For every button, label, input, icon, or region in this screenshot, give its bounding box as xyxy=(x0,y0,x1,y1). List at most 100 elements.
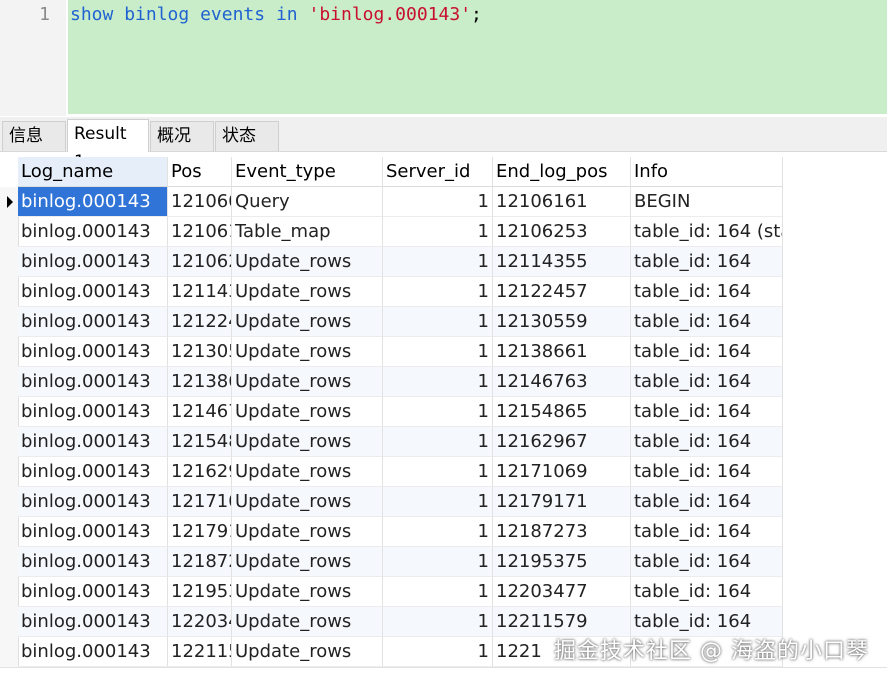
row-selector[interactable] xyxy=(0,217,19,247)
cell-info[interactable]: table_id: 164 xyxy=(631,277,783,307)
cell-log-name[interactable]: binlog.000143 xyxy=(18,307,168,337)
cell-event-type[interactable]: Update_rows xyxy=(232,277,383,307)
cell-event-type[interactable]: Update_rows xyxy=(232,337,383,367)
cell-log-name[interactable]: binlog.000143 xyxy=(18,457,168,487)
cell-info[interactable]: table_id: 164 xyxy=(631,247,783,277)
cell-end-log-pos[interactable]: 12130559 xyxy=(493,307,631,337)
cell-log-name[interactable]: binlog.000143 xyxy=(18,247,168,277)
cell-event-type[interactable]: Update_rows xyxy=(232,547,383,577)
row-selector[interactable] xyxy=(0,367,19,397)
cell-event-type[interactable]: Update_rows xyxy=(232,637,383,667)
cell-server-id[interactable]: 1 xyxy=(383,517,493,547)
cell-pos[interactable]: 121872 xyxy=(168,547,232,577)
cell-end-log-pos[interactable]: 12179171 xyxy=(493,487,631,517)
cell-end-log-pos[interactable]: 12106253 xyxy=(493,217,631,247)
row-selector[interactable] xyxy=(0,607,19,637)
cell-log-name[interactable]: binlog.000143 xyxy=(18,397,168,427)
row-selector[interactable] xyxy=(0,187,19,217)
cell-pos[interactable]: 121467 xyxy=(168,397,232,427)
cell-server-id[interactable]: 1 xyxy=(383,547,493,577)
header-pos[interactable]: Pos xyxy=(168,157,232,187)
row-selector[interactable] xyxy=(0,427,19,457)
sql-editor[interactable]: 1 show binlog events in 'binlog.000143'; xyxy=(0,0,887,116)
cell-log-name[interactable]: binlog.000143 xyxy=(18,517,168,547)
cell-pos[interactable]: 121061 xyxy=(168,217,232,247)
cell-server-id[interactable]: 1 xyxy=(383,397,493,427)
cell-end-log-pos[interactable]: 12154865 xyxy=(493,397,631,427)
cell-server-id[interactable]: 1 xyxy=(383,457,493,487)
cell-event-type[interactable]: Update_rows xyxy=(232,367,383,397)
cell-end-log-pos[interactable]: 12114355 xyxy=(493,247,631,277)
cell-event-type[interactable]: Update_rows xyxy=(232,607,383,637)
header-end-log-pos[interactable]: End_log_pos xyxy=(493,157,631,187)
row-selector[interactable] xyxy=(0,547,19,577)
cell-event-type[interactable]: Update_rows xyxy=(232,457,383,487)
cell-log-name[interactable]: binlog.000143 xyxy=(18,607,168,637)
cell-log-name[interactable]: binlog.000143 xyxy=(18,577,168,607)
cell-server-id[interactable]: 1 xyxy=(383,217,493,247)
tab-status[interactable]: 状态 xyxy=(215,121,279,151)
cell-info[interactable]: table_id: 164 xyxy=(631,577,783,607)
row-selector[interactable] xyxy=(0,487,19,517)
cell-pos[interactable]: 121710 xyxy=(168,487,232,517)
cell-log-name[interactable]: binlog.000143 xyxy=(18,427,168,457)
cell-info[interactable]: BEGIN xyxy=(631,187,783,217)
tab-info[interactable]: 信息 xyxy=(2,121,66,151)
cell-pos[interactable]: 121060 xyxy=(168,187,232,217)
row-selector[interactable] xyxy=(0,397,19,427)
cell-event-type[interactable]: Update_rows xyxy=(232,397,383,427)
cell-event-type[interactable]: Update_rows xyxy=(232,307,383,337)
cell-event-type[interactable]: Update_rows xyxy=(232,577,383,607)
cell-pos[interactable]: 122034 xyxy=(168,607,232,637)
cell-log-name[interactable]: binlog.000143 xyxy=(18,547,168,577)
cell-pos[interactable]: 121386 xyxy=(168,367,232,397)
row-selector[interactable] xyxy=(0,637,19,667)
cell-end-log-pos[interactable]: 12122457 xyxy=(493,277,631,307)
cell-info[interactable]: table_id: 164 xyxy=(631,547,783,577)
cell-info[interactable]: table_id: 164 xyxy=(631,367,783,397)
cell-event-type[interactable]: Update_rows xyxy=(232,427,383,457)
cell-event-type[interactable]: Update_rows xyxy=(232,247,383,277)
row-selector[interactable] xyxy=(0,517,19,547)
cell-pos[interactable]: 121953 xyxy=(168,577,232,607)
row-selector[interactable] xyxy=(0,577,19,607)
result-grid[interactable]: Log_name Pos Event_type Server_id End_log_po… xyxy=(0,157,887,682)
cell-info[interactable]: table_id: 164 xyxy=(631,397,783,427)
cell-server-id[interactable]: 1 xyxy=(383,187,493,217)
cell-server-id[interactable]: 1 xyxy=(383,367,493,397)
cell-server-id[interactable]: 1 xyxy=(383,487,493,517)
cell-end-log-pos[interactable]: 12203477 xyxy=(493,577,631,607)
cell-server-id[interactable]: 1 xyxy=(383,637,493,667)
cell-log-name[interactable]: binlog.000143 xyxy=(18,367,168,397)
cell-event-type[interactable]: Table_map xyxy=(232,217,383,247)
tab-result-1[interactable]: Result 1 xyxy=(67,119,149,172)
cell-server-id[interactable]: 1 xyxy=(383,247,493,277)
cell-event-type[interactable]: Query xyxy=(232,187,383,217)
cell-pos[interactable]: 121062 xyxy=(168,247,232,277)
header-log-name[interactable]: Log_name xyxy=(18,157,168,187)
header-event-type[interactable]: Event_type xyxy=(232,157,383,187)
cell-server-id[interactable]: 1 xyxy=(383,577,493,607)
cell-log-name[interactable]: binlog.000143 xyxy=(18,637,168,667)
tab-overview[interactable]: 概况 xyxy=(150,121,214,151)
cell-end-log-pos[interactable]: 12146763 xyxy=(493,367,631,397)
cell-end-log-pos[interactable]: 12195375 xyxy=(493,547,631,577)
cell-pos[interactable]: 122115 xyxy=(168,637,232,667)
cell-server-id[interactable]: 1 xyxy=(383,427,493,457)
cell-log-name[interactable]: binlog.000143 xyxy=(18,187,168,217)
cell-info[interactable]: table_id: 164 xyxy=(631,457,783,487)
header-info[interactable]: Info xyxy=(631,157,783,187)
header-server-id[interactable]: Server_id xyxy=(383,157,493,187)
cell-pos[interactable]: 121548 xyxy=(168,427,232,457)
sql-statement[interactable]: show binlog events in 'binlog.000143'; xyxy=(70,4,482,25)
cell-log-name[interactable]: binlog.000143 xyxy=(18,337,168,367)
row-selector[interactable] xyxy=(0,457,19,487)
cell-server-id[interactable]: 1 xyxy=(383,277,493,307)
row-selector[interactable] xyxy=(0,277,19,307)
row-selector[interactable] xyxy=(0,307,19,337)
cell-info[interactable]: table_id: 164 xyxy=(631,307,783,337)
cell-pos[interactable]: 121629 xyxy=(168,457,232,487)
cell-server-id[interactable]: 1 xyxy=(383,307,493,337)
cell-end-log-pos[interactable]: 12138661 xyxy=(493,337,631,367)
cell-pos[interactable]: 121305 xyxy=(168,337,232,367)
